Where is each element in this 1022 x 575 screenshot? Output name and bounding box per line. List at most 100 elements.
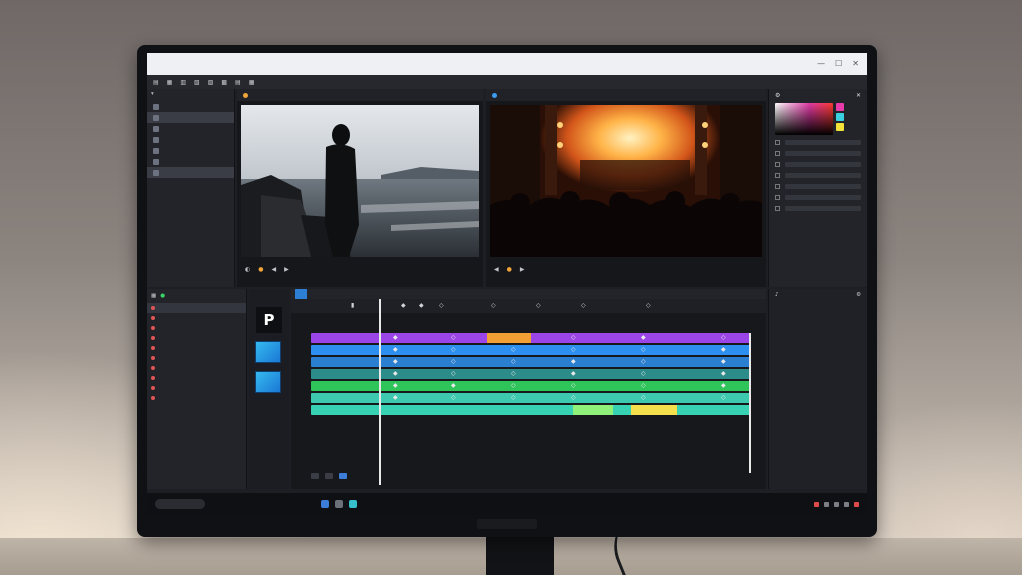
- speaker-icon[interactable]: ♪: [775, 292, 779, 298]
- yellow-swatch[interactable]: [836, 123, 844, 131]
- keyframe-icon[interactable]: ◇: [511, 370, 516, 377]
- keyframe-icon[interactable]: ◆: [393, 358, 398, 365]
- keyframe-icon[interactable]: ◆: [393, 394, 398, 401]
- effect-row[interactable]: [147, 303, 246, 313]
- effects-icon[interactable]: ▦: [151, 293, 156, 299]
- property-slider[interactable]: [785, 162, 861, 167]
- keyframe-icon[interactable]: ◇: [571, 334, 576, 341]
- color-panel-close-icon[interactable]: ✕: [856, 92, 861, 99]
- tray-icon[interactable]: [834, 501, 839, 507]
- project-tab-icon[interactable]: ▾: [151, 91, 154, 99]
- keyframe-icon[interactable]: ◇: [451, 358, 456, 365]
- keyframe-icon[interactable]: ◆: [393, 346, 398, 353]
- ruler-tick[interactable]: ◇: [536, 302, 541, 309]
- audio-settings-icon[interactable]: ⚙: [856, 292, 861, 298]
- timeline-clip[interactable]: [631, 405, 677, 415]
- ruler-tick[interactable]: ◇: [646, 302, 651, 309]
- project-item[interactable]: [147, 156, 234, 167]
- keyframe-icon[interactable]: ◇: [721, 394, 726, 401]
- app-icon[interactable]: [321, 500, 329, 508]
- property-slider[interactable]: [785, 206, 861, 211]
- keyframe-icon[interactable]: ◆: [571, 358, 576, 365]
- program-monitor-tab[interactable]: [486, 89, 766, 101]
- out-point-marker[interactable]: [749, 333, 751, 473]
- app-icon[interactable]: [335, 500, 343, 508]
- menu-icon-3[interactable]: ▥: [180, 79, 186, 86]
- tray-icon[interactable]: [844, 501, 849, 507]
- keyframe-icon[interactable]: ◆: [393, 382, 398, 389]
- ruler-tick[interactable]: ◇: [439, 302, 444, 309]
- property-slider[interactable]: [785, 173, 861, 178]
- keyframe-icon[interactable]: ◇: [451, 346, 456, 353]
- menu-icon-4[interactable]: ▧: [194, 79, 200, 86]
- keyframe-icon[interactable]: ◆: [721, 382, 726, 389]
- maximize-icon[interactable]: ☐: [835, 60, 842, 68]
- ruler-tick[interactable]: ◆: [419, 302, 424, 309]
- photoshop-logo-icon[interactable]: P: [256, 307, 282, 333]
- keyframe-icon[interactable]: ◇: [511, 394, 516, 401]
- keyframe-icon[interactable]: ◇: [511, 358, 516, 365]
- magenta-swatch[interactable]: [836, 103, 844, 111]
- ruler-tick[interactable]: ◇: [581, 302, 586, 309]
- effect-row[interactable]: [147, 363, 246, 373]
- tray-icon[interactable]: [814, 501, 819, 507]
- keyframe-icon[interactable]: ◆: [721, 370, 726, 377]
- project-item[interactable]: [147, 167, 234, 178]
- timeline-track[interactable]: [311, 405, 751, 415]
- media-thumbnail[interactable]: [255, 341, 281, 363]
- color-property-row[interactable]: [769, 181, 867, 192]
- keyframe-icon[interactable]: ◇: [451, 370, 456, 377]
- keyframe-icon[interactable]: ◇: [721, 334, 726, 341]
- color-gradient-picker[interactable]: [775, 103, 833, 135]
- media-thumbnail[interactable]: [255, 371, 281, 393]
- effect-row[interactable]: [147, 343, 246, 353]
- cyan-swatch[interactable]: [836, 113, 844, 121]
- timeline-ruler[interactable]: ▮ ◆ ◆ ◇ ◇ ◇ ◇ ◇: [291, 299, 766, 313]
- checkbox-icon[interactable]: [775, 162, 780, 167]
- checkbox-icon[interactable]: [775, 206, 780, 211]
- project-item[interactable]: [147, 101, 234, 112]
- color-property-row[interactable]: [769, 192, 867, 203]
- timeline-clip[interactable]: [573, 405, 613, 415]
- timeline-track[interactable]: ◆ ◇ ◇ ◇ ◇ ◇: [311, 393, 751, 403]
- timeline-clip[interactable]: [487, 333, 531, 343]
- color-property-row[interactable]: [769, 137, 867, 148]
- color-property-row[interactable]: [769, 159, 867, 170]
- keyframe-icon[interactable]: ◆: [571, 370, 576, 377]
- effect-row[interactable]: [147, 353, 246, 363]
- checkbox-icon[interactable]: [775, 151, 780, 156]
- menu-icon-7[interactable]: ▤: [235, 79, 241, 86]
- ruler-tick[interactable]: ◇: [491, 302, 496, 309]
- project-item[interactable]: [147, 145, 234, 156]
- keyframe-icon[interactable]: ◇: [641, 370, 646, 377]
- timeline-track[interactable]: ◆ ◇ ◇ ◆ ◇ ◆: [311, 357, 751, 367]
- effect-row[interactable]: [147, 373, 246, 383]
- program-step-back-icon[interactable]: ◀: [494, 266, 499, 273]
- step-back-icon[interactable]: ◀: [272, 266, 277, 273]
- source-frame[interactable]: [241, 105, 479, 257]
- checkbox-icon[interactable]: [775, 184, 780, 189]
- keyframe-icon[interactable]: ◇: [641, 358, 646, 365]
- checkbox-icon[interactable]: [775, 173, 780, 178]
- step-forward-icon[interactable]: ▶: [284, 266, 289, 273]
- keyframe-icon[interactable]: ◆: [721, 358, 726, 365]
- property-slider[interactable]: [785, 184, 861, 189]
- effect-row[interactable]: [147, 313, 246, 323]
- playhead[interactable]: [379, 299, 381, 485]
- keyframe-icon[interactable]: ◇: [641, 394, 646, 401]
- ruler-tick[interactable]: ▮: [351, 302, 354, 309]
- minimize-icon[interactable]: —: [817, 60, 825, 68]
- timeline-tab[interactable]: [295, 289, 307, 299]
- zoom-out-icon[interactable]: [311, 473, 319, 479]
- menu-icon-5[interactable]: ▨: [208, 79, 214, 86]
- property-slider[interactable]: [785, 140, 861, 145]
- timeline-track[interactable]: ◆ ◇ ◇ ◆ ◇ ◆: [311, 369, 751, 379]
- project-item[interactable]: [147, 123, 234, 134]
- zoom-in-icon[interactable]: [325, 473, 333, 479]
- tray-icon[interactable]: [824, 501, 829, 507]
- keyframe-icon[interactable]: ◇: [641, 346, 646, 353]
- keyframe-icon[interactable]: ◆: [393, 334, 398, 341]
- timeline-track[interactable]: ◆◇◇◇◆◇: [311, 333, 751, 343]
- checkbox-icon[interactable]: [775, 140, 780, 145]
- color-property-row[interactable]: [769, 148, 867, 159]
